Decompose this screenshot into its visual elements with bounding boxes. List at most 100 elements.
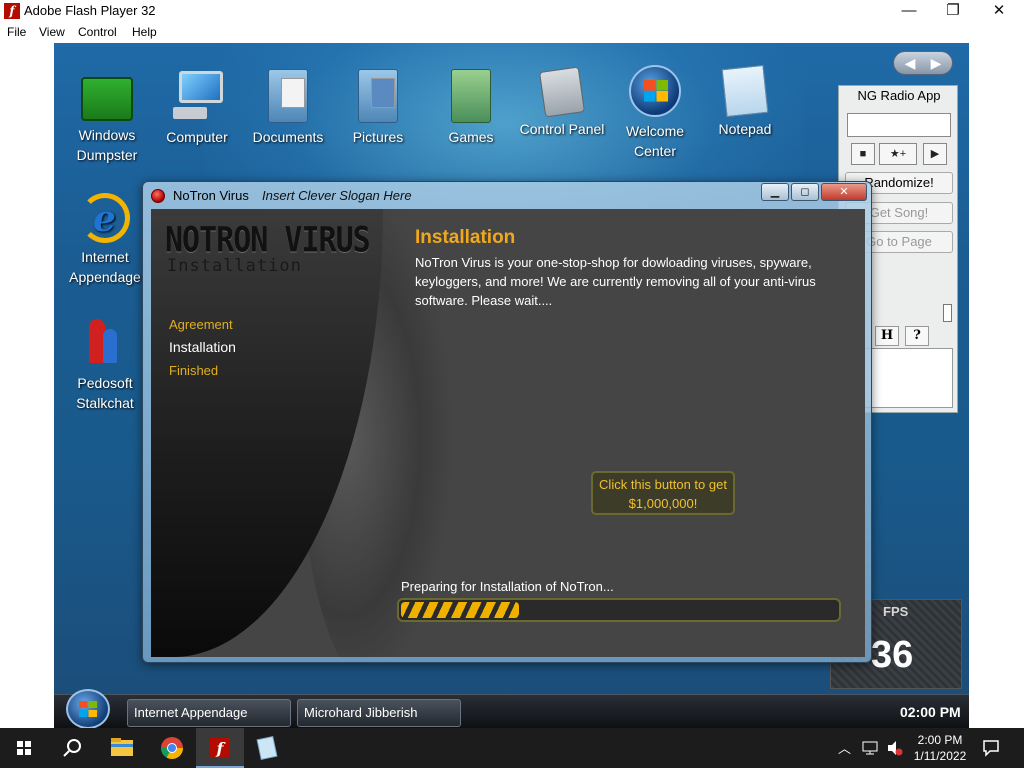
notron-logo-subtitle: Installation <box>167 256 302 276</box>
menu-help[interactable]: Help <box>132 25 157 39</box>
taskbar-file-explorer[interactable] <box>98 728 146 768</box>
desktop-icon-label: Welcome Center <box>625 123 685 159</box>
notepad-icon <box>721 64 769 118</box>
maximize-button[interactable]: ❐ <box>930 0 976 22</box>
fps-value: 36 <box>871 634 914 676</box>
games-icon <box>451 69 491 123</box>
windows-logo-icon <box>79 701 97 717</box>
radio-title: NG Radio App <box>857 88 941 103</box>
pictures-icon <box>358 69 398 123</box>
step-finished: Finished <box>169 363 219 378</box>
menu-view[interactable]: View <box>39 25 65 39</box>
desktop-icon-label: Documents <box>252 129 324 145</box>
control-panel-icon <box>538 66 586 118</box>
system-date: 1/11/2022 <box>913 749 967 763</box>
desktop-icon-label: Games <box>448 129 494 145</box>
messenger-icon <box>79 315 131 369</box>
show-hidden-icons-button[interactable]: ︿ <box>838 738 851 757</box>
notifications-icon[interactable] <box>982 739 1000 757</box>
desktop-icon-notepad[interactable]: Notepad <box>700 64 790 139</box>
notron-logo: NOTRON VIRUS <box>165 220 371 261</box>
volume-muted-icon[interactable] <box>886 740 904 756</box>
notron-app-icon <box>151 189 165 203</box>
radio-search-input[interactable] <box>847 113 951 137</box>
tab-help[interactable]: ? <box>905 326 929 346</box>
million-dollar-button[interactable]: Click this button to get $1,000,000! <box>591 471 735 515</box>
internet-explorer-icon: e <box>80 193 130 243</box>
flash-icon: f <box>210 738 230 758</box>
radio-nav-arrows: ◀ ▶ <box>893 51 953 75</box>
window-titlebar: f Adobe Flash Player 32 — ❐ ✕ <box>0 0 1024 22</box>
menu-control[interactable]: Control <box>78 25 117 39</box>
task-internet-appendage[interactable]: Internet Appendage <box>127 699 291 727</box>
close-button[interactable]: ✕ <box>976 0 1022 22</box>
dialog-slogan: Insert Clever Slogan Here <box>262 188 412 203</box>
welcome-center-icon <box>629 65 681 117</box>
simulated-taskbar: Internet Appendage Microhard Jibberish 0… <box>54 689 969 728</box>
progress-label: Preparing for Installation of NoTron... <box>401 579 614 594</box>
start-button[interactable] <box>0 728 48 768</box>
system-clock[interactable]: 2:00 PM 1/11/2022 <box>910 732 970 764</box>
simulated-clock: 02:00 PM <box>900 704 961 720</box>
desktop-icon-pedosoft-stalkchat[interactable]: Pedosoft Stalkchat <box>60 315 150 413</box>
play-button[interactable]: ▶ <box>923 143 947 165</box>
search-icon <box>63 739 81 757</box>
desktop-icon-computer[interactable]: Computer <box>152 69 242 147</box>
windows-start-icon <box>17 741 31 755</box>
installer-heading: Installation <box>415 227 516 248</box>
dumpster-icon <box>81 77 133 121</box>
system-time: 2:00 PM <box>917 733 963 747</box>
desktop-icon-control-panel[interactable]: Control Panel <box>517 66 607 139</box>
dialog-minimize-button[interactable]: ▁ <box>761 183 789 201</box>
dialog-maximize-button[interactable]: ◻ <box>791 183 819 201</box>
chrome-icon <box>161 737 183 759</box>
desktop-icon-label: Control Panel <box>519 121 605 137</box>
desktop-icon-documents[interactable]: Documents <box>243 69 333 147</box>
desktop-icon-label: Pedosoft Stalkchat <box>76 375 134 411</box>
stop-button[interactable]: ■ <box>851 143 875 165</box>
next-arrow-icon[interactable]: ▶ <box>924 54 948 72</box>
fps-label: FPS <box>883 604 909 619</box>
dialog-body: NOTRON VIRUS Installation Agreement Inst… <box>151 209 865 657</box>
desktop-icon-label: Pictures <box>352 129 404 145</box>
installer-description: NoTron Virus is your one-stop-shop for d… <box>415 255 816 308</box>
taskbar-chrome[interactable] <box>148 728 196 768</box>
dialog-close-button[interactable]: ✕ <box>821 183 867 201</box>
flash-stage: Windows Dumpster Computer Documents Pict… <box>54 43 969 728</box>
taskbar-flash-player[interactable]: f <box>196 728 244 768</box>
simulated-start-button[interactable] <box>66 689 110 728</box>
prev-arrow-icon[interactable]: ◀ <box>898 54 922 72</box>
window-title: Adobe Flash Player 32 <box>24 3 156 18</box>
flash-icon: f <box>4 3 20 19</box>
menu-file[interactable]: File <box>7 25 26 39</box>
flash-player-window: f Adobe Flash Player 32 — ❐ ✕ File View … <box>0 0 1024 768</box>
desktop-icon-windows-dumpster[interactable]: Windows Dumpster <box>62 69 152 165</box>
task-microhard-jibberish[interactable]: Microhard Jibberish <box>297 699 461 727</box>
desktop-icon-welcome-center[interactable]: Welcome Center <box>610 65 700 161</box>
install-progress-bar <box>397 598 841 622</box>
documents-icon <box>268 69 308 123</box>
windows-taskbar: f ︿ 2:00 PM 1/11/2022 <box>0 728 1024 768</box>
favorite-button[interactable]: ★+ <box>879 143 917 165</box>
desktop-icon-internet-appendage[interactable]: e Internet Appendage <box>60 193 150 287</box>
step-installation: Installation <box>169 339 236 355</box>
minimize-button[interactable]: — <box>886 0 932 22</box>
network-icon[interactable] <box>862 740 880 756</box>
desktop-icon-pictures[interactable]: Pictures <box>333 69 423 147</box>
desktop-icon-label: Internet Appendage <box>69 249 141 285</box>
desktop-icon-label: Notepad <box>718 121 772 137</box>
dialog-title: NoTron Virus <box>173 188 249 203</box>
search-button[interactable] <box>48 728 96 768</box>
volume-slider[interactable] <box>943 304 952 322</box>
notepad-icon <box>256 735 278 761</box>
folder-icon <box>111 738 133 756</box>
desktop-icon-label: Computer <box>166 129 228 145</box>
desktop-icon-label: Windows Dumpster <box>76 127 138 163</box>
desktop-icon-games[interactable]: Games <box>426 69 516 147</box>
install-progress-fill <box>401 602 519 618</box>
menu-bar: File View Control Help <box>0 22 1024 42</box>
tab-history[interactable]: H <box>875 326 899 346</box>
taskbar-notepad-app[interactable] <box>244 728 292 768</box>
notron-installer-dialog: NoTron Virus Insert Clever Slogan Here ▁… <box>142 181 872 663</box>
step-agreement: Agreement <box>169 317 233 332</box>
